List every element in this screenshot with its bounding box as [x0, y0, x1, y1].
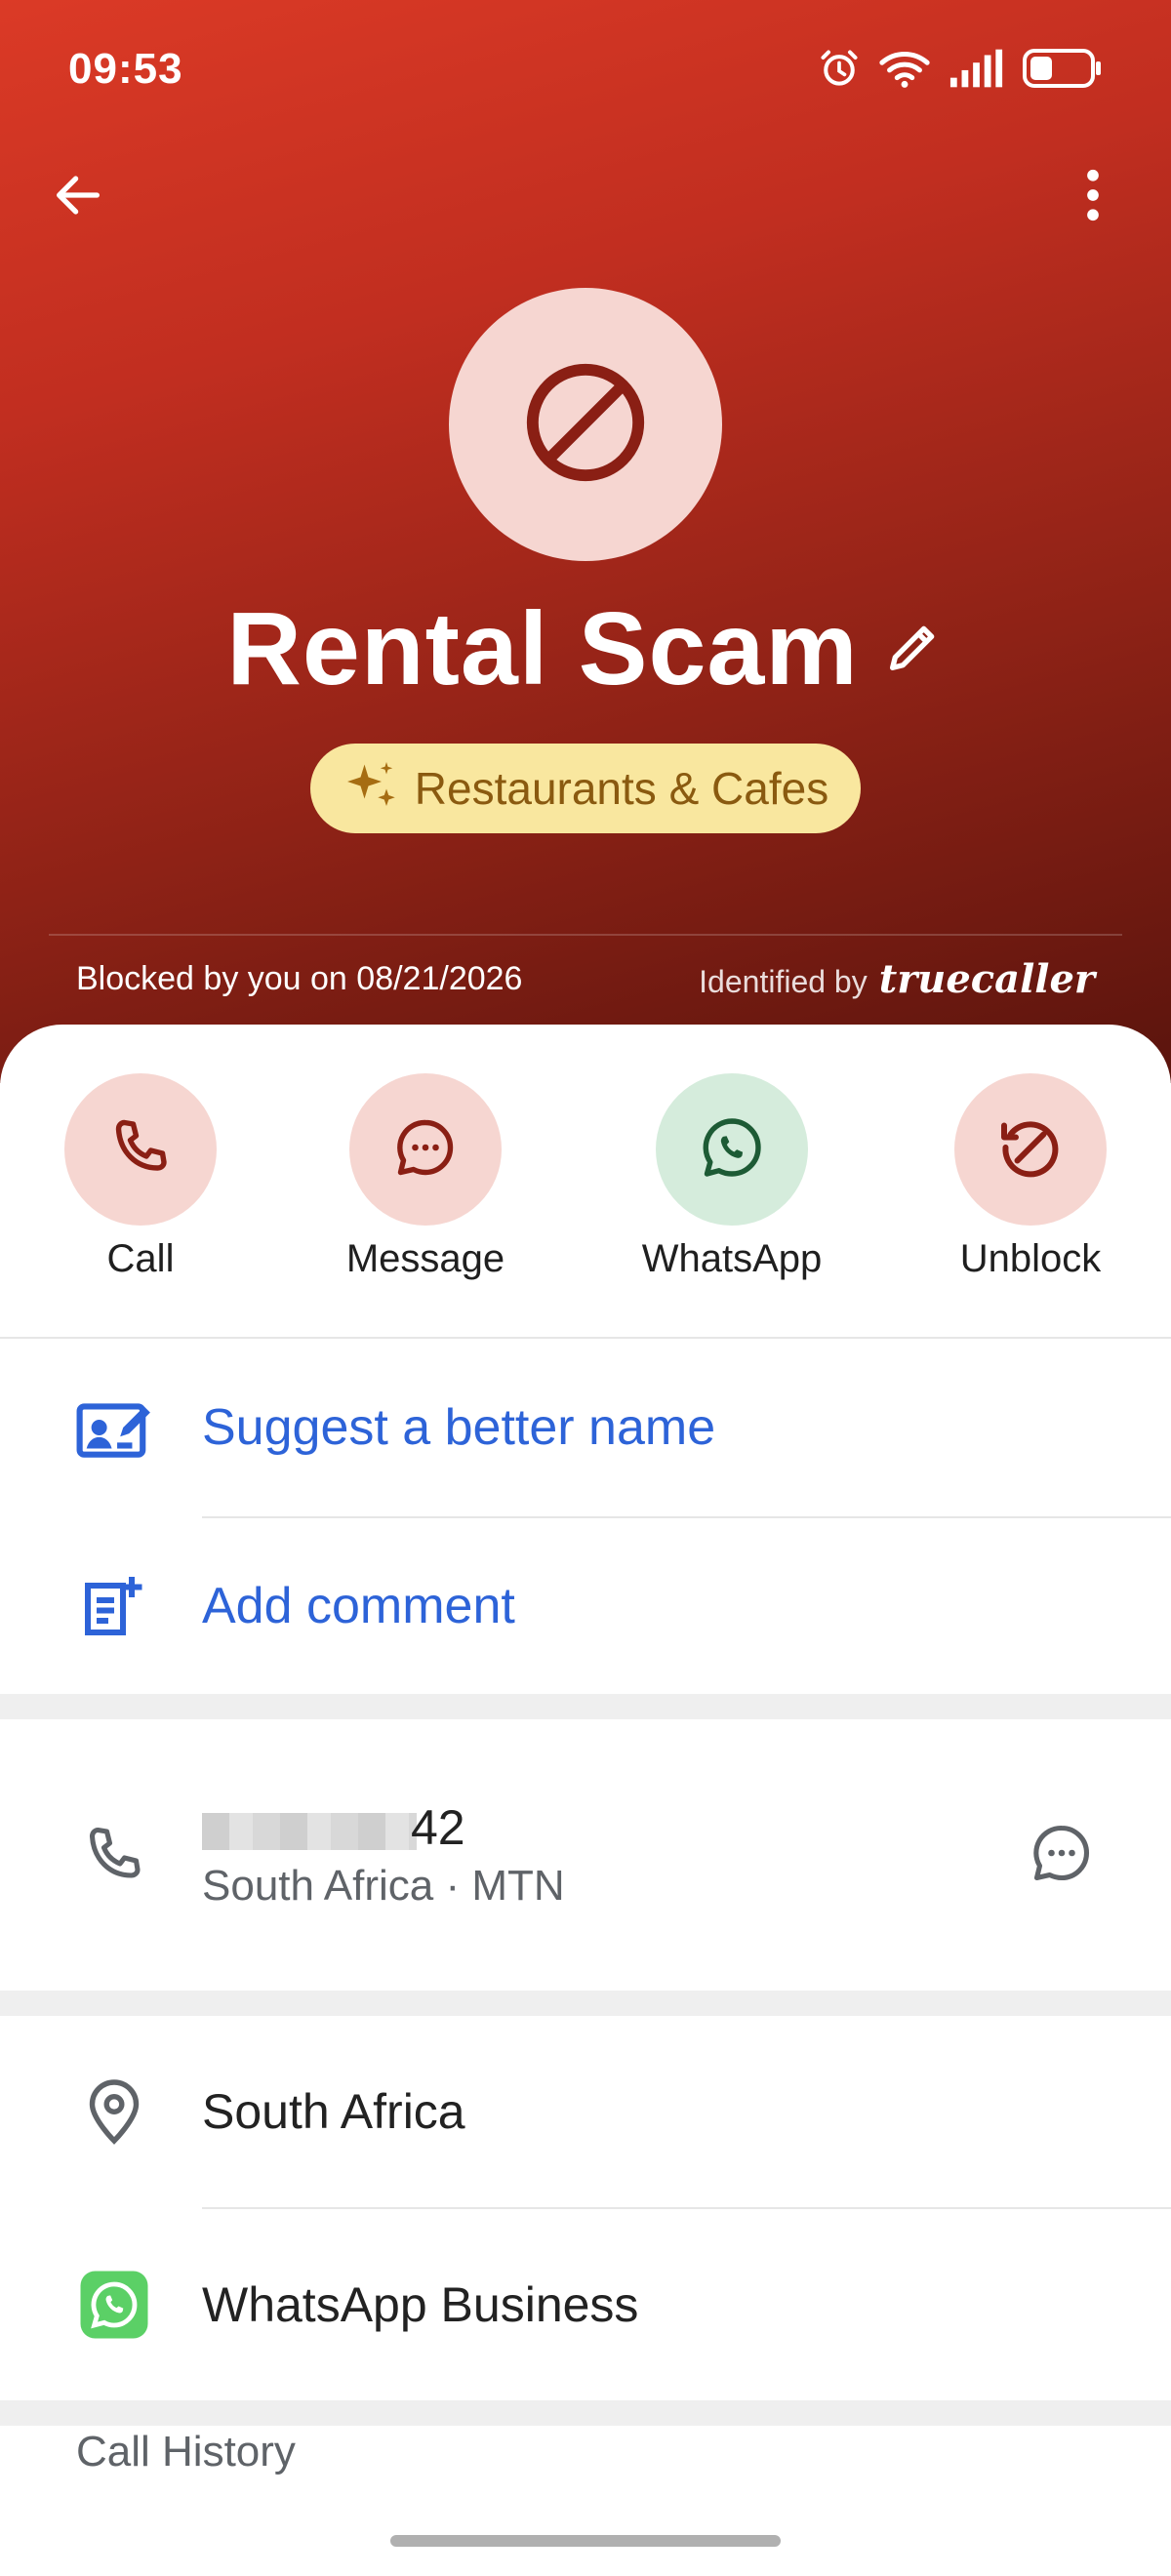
location-text: South Africa [202, 2084, 465, 2139]
chat-icon [390, 1112, 461, 1187]
contact-header: 09:53 Rental Scam Restaurants & Cafes Bl… [0, 0, 1171, 1083]
category-badge: Restaurants & Cafes [310, 744, 861, 833]
unblock-icon [995, 1112, 1066, 1187]
whatsapp-label: WhatsApp [641, 1237, 823, 1280]
status-icons [818, 47, 1103, 95]
more-vert-icon[interactable] [1054, 156, 1132, 234]
whatsapp-button-circle[interactable] [656, 1073, 808, 1226]
edit-pencil-icon[interactable] [882, 616, 945, 683]
contact-name-row: Rental Scam [0, 590, 1171, 708]
message-button-circle[interactable] [349, 1073, 502, 1226]
unblock-label: Unblock [959, 1237, 1102, 1280]
suggest-name-link[interactable]: Suggest a better name [202, 1398, 715, 1457]
whatsapp-business-row[interactable]: WhatsApp Business [0, 2209, 1171, 2400]
phone-icon [70, 1820, 158, 1890]
wifi-icon [878, 47, 931, 95]
phone-number-row[interactable]: 42 South Africa · MTN [0, 1719, 1171, 1991]
phone-number-block: 42 South Africa · MTN [202, 1799, 565, 1911]
category-label: Restaurants & Cafes [414, 763, 829, 814]
identified-by: Identified by truecaller [699, 956, 1095, 1002]
unblock-button-circle[interactable] [954, 1073, 1107, 1226]
redacted-digits [202, 1812, 417, 1850]
message-number-icon[interactable] [1027, 1818, 1097, 1893]
unblock-button[interactable]: Unblock [913, 1073, 1148, 1281]
identified-by-label: Identified by [699, 964, 868, 999]
add-comment-icon [70, 1571, 158, 1641]
message-button[interactable]: Message [308, 1073, 543, 1281]
header-divider [49, 934, 1122, 936]
add-comment-row[interactable]: Add comment [0, 1518, 1171, 1694]
call-button[interactable]: Call [23, 1073, 258, 1281]
suggest-name-row[interactable]: Suggest a better name [0, 1339, 1171, 1516]
battery-icon [1023, 49, 1103, 93]
call-button-circle[interactable] [64, 1073, 217, 1226]
back-arrow-icon[interactable] [39, 156, 117, 234]
home-indicator[interactable] [390, 2535, 781, 2547]
signal-icon [949, 49, 1005, 93]
message-label: Message [345, 1237, 505, 1280]
truecaller-logo: truecaller [878, 956, 1095, 1002]
phone-location-carrier: South Africa · MTN [202, 1862, 565, 1910]
status-time: 09:53 [68, 45, 183, 93]
suggest-name-icon [70, 1393, 158, 1462]
details-sheet: Call Message WhatsApp Unblock Suggest a … [0, 1025, 1171, 2576]
sparkle-icon [343, 757, 401, 821]
blocked-icon [522, 359, 649, 491]
blocked-date-text: Blocked by you on 08/21/2026 [76, 960, 523, 997]
call-label: Call [106, 1237, 175, 1280]
whatsapp-icon [697, 1112, 767, 1187]
whatsapp-business-text: WhatsApp Business [202, 2277, 639, 2332]
status-bar: 09:53 [0, 0, 1171, 146]
whatsapp-button[interactable]: WhatsApp [615, 1073, 849, 1281]
section-gap [0, 1694, 1171, 1719]
phone-number: 42 [202, 1799, 565, 1856]
location-pin-icon [70, 2076, 158, 2147]
section-gap [0, 1991, 1171, 2016]
add-comment-link[interactable]: Add comment [202, 1577, 515, 1635]
contact-name: Rental Scam [226, 591, 859, 706]
alarm-icon [818, 47, 861, 95]
call-history-heading: Call History [76, 2428, 296, 2475]
phone-number-suffix: 42 [411, 1800, 465, 1855]
action-buttons: Call Message WhatsApp Unblock [0, 1073, 1171, 1298]
location-row[interactable]: South Africa [0, 2016, 1171, 2207]
avatar [449, 288, 722, 561]
phone-icon [105, 1112, 176, 1187]
whatsapp-business-icon [70, 2270, 158, 2340]
section-gap [0, 2400, 1171, 2426]
